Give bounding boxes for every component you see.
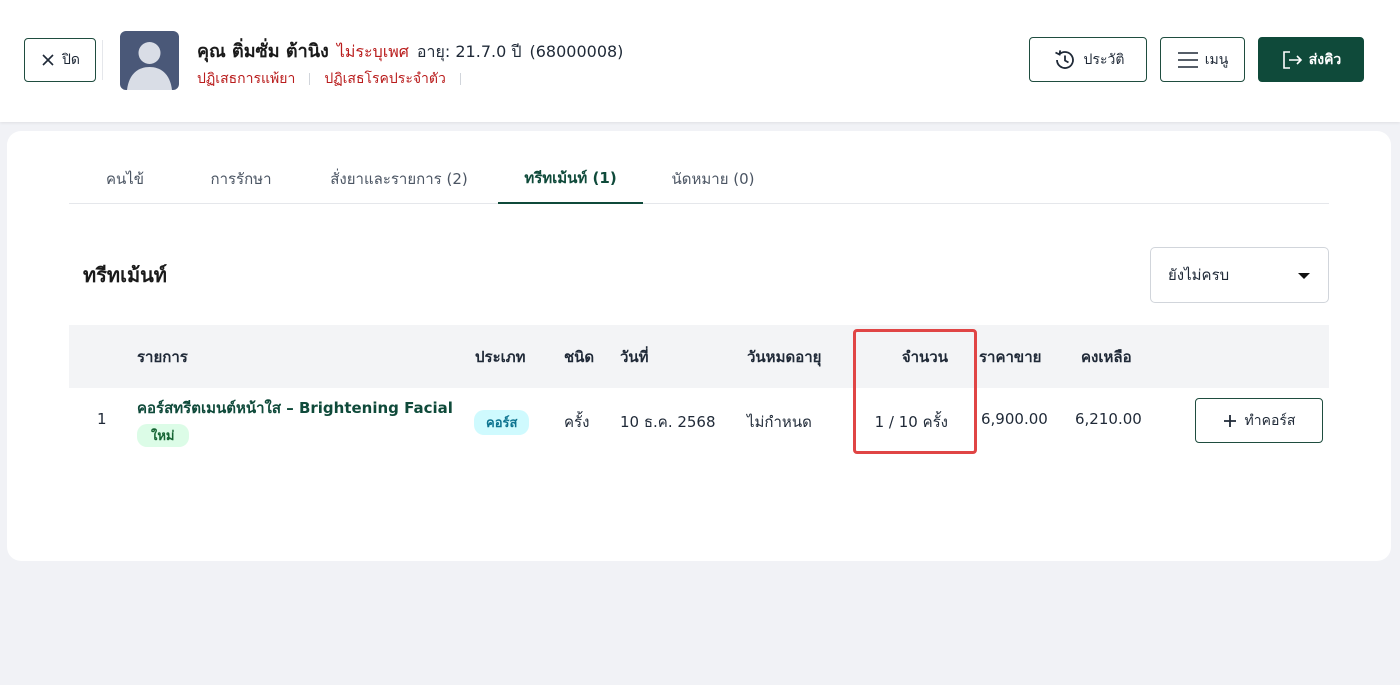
table-header: รายการ ประเภท ชนิด วันที่ วันหมดอายุ จำน…: [69, 325, 1329, 388]
exit-arrow-icon: [1282, 50, 1302, 69]
patient-info: คุณ ติ่มซั่ม ต้านิง ไม่ระบุเพศ อายุ: 21.…: [197, 36, 624, 62]
history-button[interactable]: ประวัติ: [1029, 37, 1147, 82]
col-remaining: คงเหลือ: [1081, 347, 1132, 366]
row-kind: ครั้ง: [564, 413, 590, 431]
col-kind: ชนิด: [564, 347, 595, 366]
status-filter-select[interactable]: ยังไม่ครบ: [1150, 247, 1329, 303]
close-icon: [42, 54, 54, 66]
close-button[interactable]: ปิด: [24, 38, 96, 82]
treatment-card: คนไข้ การรักษา สั่งยาและรายการ (2) ทรีทเ…: [7, 131, 1391, 561]
row-item-name[interactable]: คอร์สทรีตเมนต์หน้าใส – Brightening Facia…: [137, 396, 453, 420]
send-queue-button[interactable]: ส่งคิว: [1258, 37, 1364, 82]
plus-icon: [1223, 414, 1236, 427]
col-date: วันที่: [620, 347, 649, 366]
menu-button[interactable]: เมนู: [1160, 37, 1245, 82]
tab-appointments[interactable]: นัดหมาย (0): [643, 153, 783, 204]
row-price: 6,900.00: [981, 410, 1048, 428]
row-date: 10 ธ.ค. 2568: [620, 413, 716, 431]
patient-age: อายุ: 21.7.0 ปี: [416, 42, 522, 61]
type-badge: คอร์ส: [474, 410, 530, 435]
tab-treatment[interactable]: การรักษา: [181, 153, 301, 204]
caret-down-icon: [1298, 273, 1310, 279]
col-price: ราคาขาย: [979, 347, 1042, 366]
new-badge: ใหม่: [137, 424, 189, 447]
history-icon: [1054, 49, 1074, 69]
col-type: ประเภท: [475, 347, 526, 366]
do-course-button[interactable]: ทำคอร์ส: [1195, 398, 1323, 443]
patient-avatar: [120, 31, 179, 90]
section-title: ทรีทเม้นท์: [83, 263, 167, 287]
patient-header: ปิด คุณ ติ่มซั่ม ต้านิง ไม่ระบุเพศ อายุ:…: [0, 0, 1400, 122]
tab-bar: คนไข้ การรักษา สั่งยาและรายการ (2) ทรีทเ…: [69, 153, 1329, 204]
disease-note: ปฏิเสธโรคประจำตัว: [324, 71, 446, 87]
header-divider: [102, 40, 103, 80]
tab-treatment-course[interactable]: ทรีทเม้นท์ (1): [498, 153, 643, 204]
row-remaining: 6,210.00: [1075, 410, 1142, 428]
col-qty: จำนวน: [901, 347, 948, 366]
history-label: ประวัติ: [1083, 51, 1125, 68]
status-filter-value: ยังไม่ครบ: [1168, 266, 1230, 284]
allergy-note: ปฏิเสธการแพ้ยา: [197, 71, 296, 87]
row-qty: 1 / 10 ครั้ง: [874, 413, 948, 431]
table-row: 1 คอร์สทรีตเมนต์หน้าใส – Brightening Fac…: [69, 388, 1329, 452]
person-silhouette-icon: [127, 42, 172, 90]
do-course-label: ทำคอร์ส: [1244, 412, 1296, 429]
note-divider: [309, 73, 311, 85]
row-expiry: ไม่กำหนด: [747, 413, 812, 431]
patient-code: (68000008): [529, 42, 624, 61]
close-label: ปิด: [62, 52, 80, 68]
menu-label: เมนู: [1204, 51, 1229, 68]
row-index: 1: [97, 410, 107, 428]
tab-patient[interactable]: คนไข้: [69, 153, 181, 204]
tab-prescription[interactable]: สั่งยาและรายการ (2): [301, 153, 497, 204]
col-item: รายการ: [137, 347, 188, 366]
patient-notes: ปฏิเสธการแพ้ยา ปฏิเสธโรคประจำตัว: [197, 68, 461, 90]
patient-gender: ไม่ระบุเพศ: [336, 42, 409, 61]
send-queue-label: ส่งคิว: [1308, 51, 1342, 68]
note-divider: [459, 73, 461, 85]
hamburger-icon: [1177, 51, 1198, 68]
patient-name: คุณ ติ่มซั่ม ต้านิง: [197, 41, 329, 62]
col-expiry: วันหมดอายุ: [747, 347, 822, 366]
